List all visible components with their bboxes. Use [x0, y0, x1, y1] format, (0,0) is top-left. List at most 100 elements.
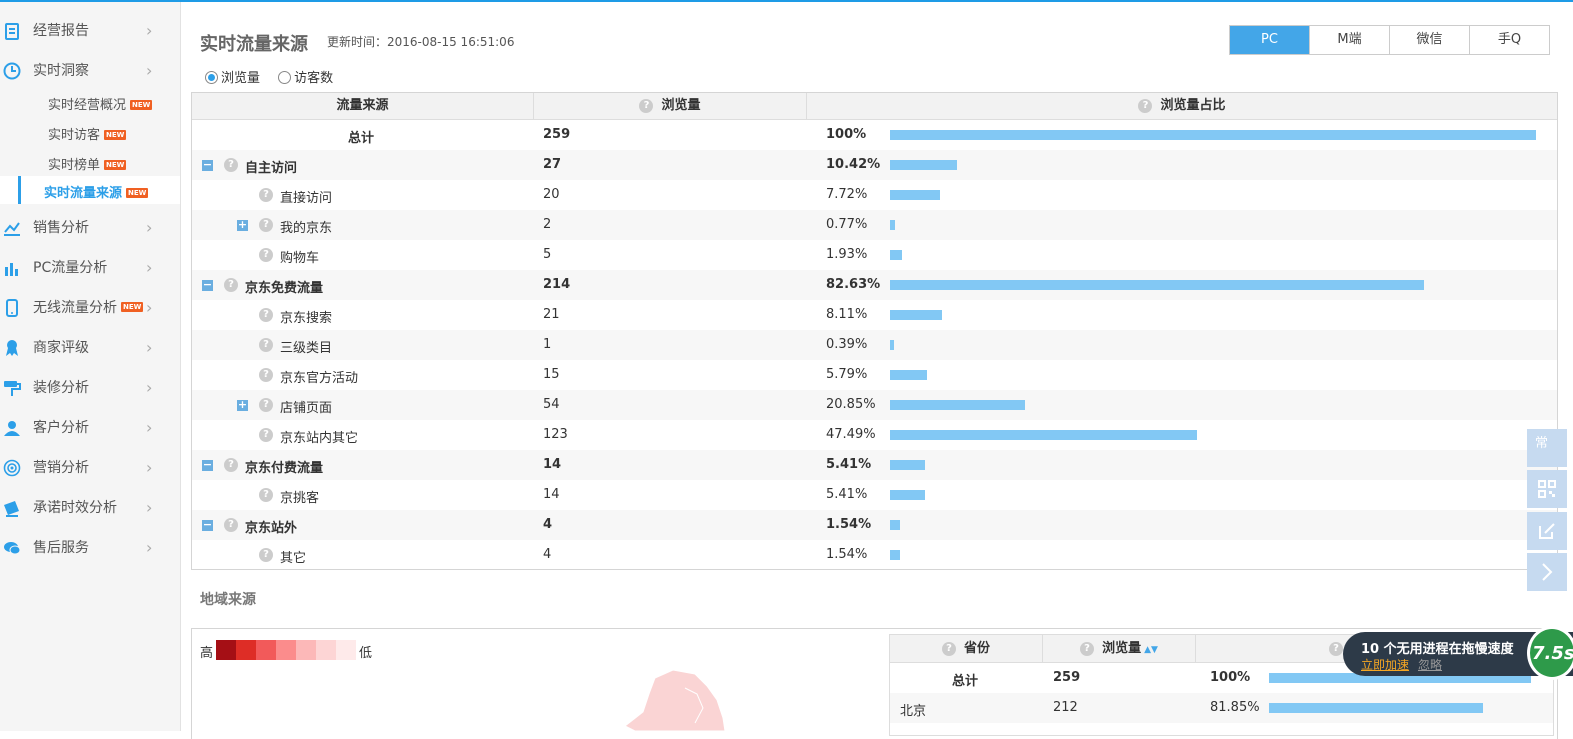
help-icon[interactable]: ?: [259, 398, 273, 412]
table-row: ? 三级类目 1 0.39%: [192, 330, 1557, 360]
ratio-value: 100%: [826, 127, 867, 142]
collapse-icon[interactable]: −: [202, 159, 213, 171]
help-icon[interactable]: ?: [1080, 642, 1095, 656]
sidebar-item-3[interactable]: 销售分析 ›: [0, 213, 180, 243]
radio-views[interactable]: 浏览量: [205, 67, 260, 86]
expand-icon[interactable]: +: [237, 219, 248, 231]
sidebar-subitem-4[interactable]: 实时流量来源 NEW: [0, 176, 180, 204]
sidebar: 经营报告 › 实时洞察 › 销售分析 › PC流量分析 › 无线流量分析 NEW › 商家评级 › 装修分…: [0, 2, 181, 731]
help-icon[interactable]: ?: [941, 642, 956, 656]
help-icon[interactable]: ?: [639, 99, 654, 113]
help-icon[interactable]: ?: [259, 488, 273, 502]
sidebar-subitem-2[interactable]: 实时访客 NEW: [0, 118, 180, 146]
sidebar-item-label: 装修分析: [33, 380, 89, 396]
ratio-value: 10.42%: [826, 157, 881, 172]
sidebar-item-label: 销售分析: [33, 220, 89, 236]
help-icon[interactable]: ?: [224, 518, 238, 532]
collapse-icon[interactable]: −: [202, 459, 213, 471]
sidebar-item-5[interactable]: 无线流量分析 NEW ›: [0, 293, 180, 323]
sidebar-item-2[interactable]: 实时洞察 ›: [0, 56, 180, 86]
views-value: 15: [543, 367, 560, 382]
ratio-bar: [890, 520, 900, 530]
sidebar-subitem-1[interactable]: 实时经营概况 NEW: [0, 88, 180, 116]
speedup-link[interactable]: 立即加速: [1361, 656, 1409, 673]
views-value: 54: [543, 397, 560, 412]
ignore-link[interactable]: 忽略: [1418, 656, 1442, 673]
ratio-bar: [890, 370, 927, 380]
help-icon[interactable]: ?: [224, 158, 238, 172]
legend-swatch: [236, 640, 256, 660]
speed-badge[interactable]: 7.5s: [1527, 626, 1573, 680]
help-icon[interactable]: ?: [259, 248, 273, 262]
china-map[interactable]: [625, 668, 735, 731]
sidebar-item-11[interactable]: 售后服务 ›: [0, 533, 180, 563]
collapse-icon[interactable]: −: [202, 279, 213, 291]
help-icon[interactable]: ?: [259, 218, 273, 232]
tab-m[interactable]: M端: [1309, 26, 1389, 54]
traffic-source-table: 流量来源 ? 浏览量 ? 浏览量占比 总计 259 100% −? 自主访问 27 10.42%…: [191, 92, 1558, 570]
col-region-views-label: 浏览量: [1102, 641, 1142, 656]
radio-visitors[interactable]: 访客数: [278, 67, 333, 86]
help-icon[interactable]: ?: [259, 338, 273, 352]
radio-checked-icon[interactable]: [205, 71, 218, 84]
new-badge: NEW: [130, 100, 153, 110]
table-row: ? 购物车 5 1.93%: [192, 240, 1557, 270]
tab-pc[interactable]: PC: [1230, 26, 1309, 54]
sort-icon[interactable]: ▲▼: [1144, 645, 1158, 655]
views-value: 123: [543, 427, 568, 442]
sidebar-item-9[interactable]: 营销分析 ›: [0, 453, 180, 483]
legend-low-label: 低: [359, 646, 373, 661]
bar-chart-icon: [5, 263, 18, 276]
col-source: 流量来源: [192, 93, 533, 119]
help-icon[interactable]: ?: [1138, 99, 1153, 113]
collapse-icon[interactable]: −: [202, 519, 213, 531]
sidebar-item-6[interactable]: 商家评级 ›: [0, 333, 180, 363]
edit-icon[interactable]: [1527, 512, 1567, 550]
ratio-value: 5.41%: [826, 457, 872, 472]
sidebar-item-7[interactable]: 装修分析 ›: [0, 373, 180, 403]
qrcode-icon[interactable]: [1527, 470, 1567, 508]
sidebar-subitem-wrap: 实时访客 NEW: [48, 124, 127, 143]
chevron-right-icon[interactable]: [1527, 553, 1567, 591]
frequent-icon[interactable]: 常: [1527, 429, 1567, 467]
sidebar-item-label: 承诺时效分析: [33, 500, 117, 516]
help-icon[interactable]: ?: [259, 308, 273, 322]
ratio-bar: [890, 280, 1424, 290]
sidebar-item-1[interactable]: 经营报告 ›: [0, 16, 180, 46]
sidebar-item-10[interactable]: 承诺时效分析 ›: [0, 493, 180, 523]
col-views: ? 浏览量: [533, 93, 806, 119]
views-value: 259: [1053, 670, 1081, 685]
radio-visitors-label: 访客数: [294, 71, 334, 86]
help-icon[interactable]: ?: [259, 548, 273, 562]
views-value: 14: [543, 457, 562, 472]
chevron-right-icon: ›: [146, 61, 153, 80]
help-icon[interactable]: ?: [259, 368, 273, 382]
ratio-bar: [890, 550, 900, 560]
sidebar-item-8[interactable]: 客户分析 ›: [0, 413, 180, 443]
table-row: 总计 259 100%: [192, 120, 1557, 150]
ratio-value: 8.11%: [826, 307, 868, 322]
radio-unchecked-icon[interactable]: [278, 71, 292, 84]
col-source-label: 流量来源: [336, 98, 389, 113]
sidebar-item-4[interactable]: PC流量分析 ›: [0, 253, 180, 283]
help-icon[interactable]: ?: [224, 278, 238, 292]
tab-wechat[interactable]: 微信: [1389, 26, 1469, 54]
legend-swatch: [316, 640, 336, 660]
new-badge: NEW: [121, 302, 144, 312]
help-icon[interactable]: ?: [1329, 642, 1343, 656]
col-region-views[interactable]: ? 浏览量 ▲▼: [1042, 635, 1195, 662]
source-name: 购物车: [280, 251, 320, 266]
page-title: 实时流量来源: [200, 34, 308, 55]
ratio-bar: [890, 250, 902, 260]
help-icon[interactable]: ?: [259, 428, 273, 442]
help-icon[interactable]: ?: [259, 188, 273, 202]
expand-icon[interactable]: +: [237, 399, 248, 411]
help-icon[interactable]: ?: [224, 458, 238, 472]
ratio-bar: [890, 130, 1536, 140]
sidebar-item-label: 经营报告: [33, 23, 89, 39]
tab-qq[interactable]: 手Q: [1469, 26, 1549, 54]
chevron-right-icon: ›: [146, 258, 153, 277]
sidebar-subitem-3[interactable]: 实时榜单 NEW: [0, 148, 180, 176]
truck-icon: [4, 501, 19, 517]
ratio-value: 0.77%: [826, 217, 868, 232]
